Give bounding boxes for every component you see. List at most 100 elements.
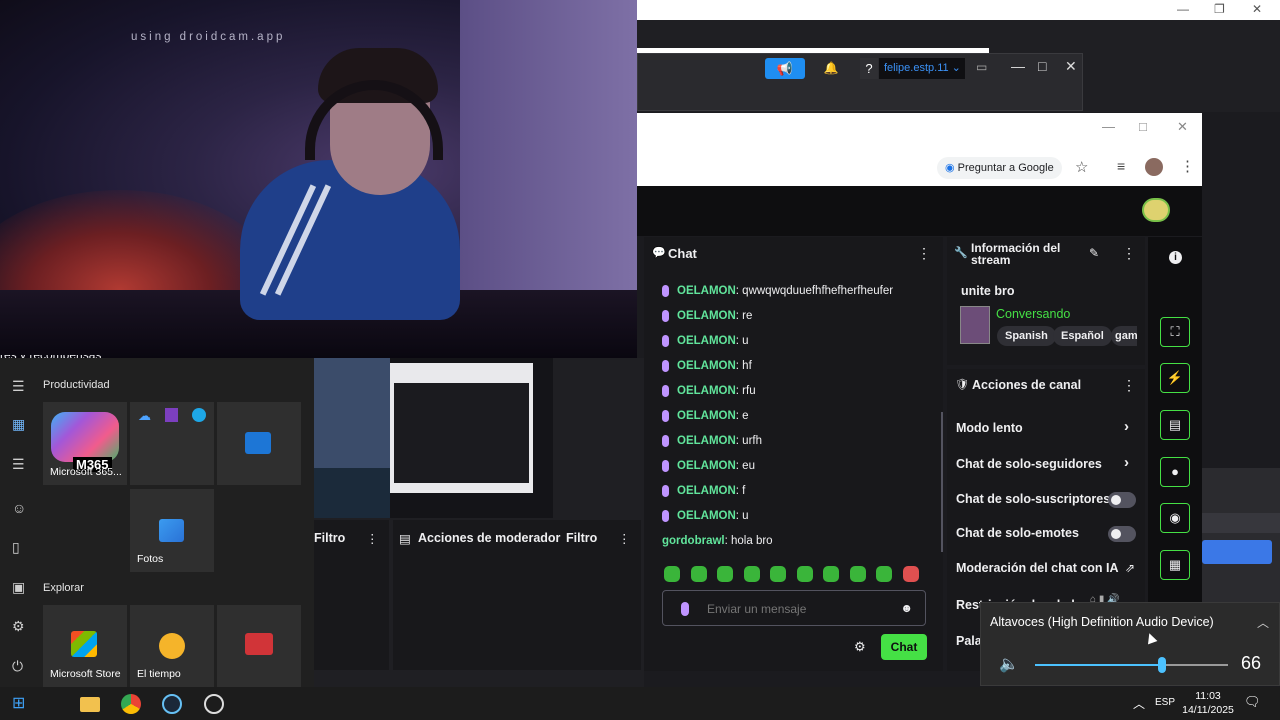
- language-indicator[interactable]: ESP: [1155, 697, 1175, 708]
- speaker-icon[interactable]: 🔈: [999, 654, 1019, 674]
- more-icon[interactable]: ⋮: [917, 245, 931, 262]
- windows-start-icon[interactable]: ⊞: [12, 693, 34, 715]
- clock[interactable]: 11:03 14/11/2025: [1178, 689, 1238, 717]
- emotes-only-toggle[interactable]: [1108, 526, 1136, 542]
- tile-outlook[interactable]: [217, 402, 301, 485]
- ai-moderation-label[interactable]: Moderación del chat con IA: [956, 561, 1119, 575]
- bell-icon[interactable]: 🔔: [820, 58, 842, 79]
- maximize-icon[interactable]: □: [1139, 119, 1147, 134]
- category-link[interactable]: Conversando: [996, 307, 1070, 321]
- gear-icon[interactable]: ⚙: [854, 639, 866, 655]
- emote-icon[interactable]: [690, 565, 707, 582]
- chat-bubble-icon[interactable]: ●: [1160, 457, 1190, 487]
- tile-news[interactable]: [217, 605, 301, 687]
- emote-icon[interactable]: [664, 565, 680, 582]
- star-icon[interactable]: ☆: [1075, 158, 1088, 176]
- emote-icon[interactable]: [849, 565, 866, 582]
- ask-google-button[interactable]: ◉ Preguntar a Google: [937, 157, 1062, 179]
- chevron-right-icon[interactable]: ›: [1124, 454, 1129, 471]
- scrollbar[interactable]: [941, 412, 943, 552]
- tile-weather[interactable]: El tiempo: [130, 605, 214, 687]
- emote-icon[interactable]: [823, 565, 839, 582]
- hamburger-icon[interactable]: ☰: [12, 378, 25, 395]
- layout-icon[interactable]: ▦: [1160, 550, 1190, 580]
- emoji-icon[interactable]: ☻: [900, 601, 913, 615]
- tray-chevron-icon[interactable]: ︿: [1133, 695, 1145, 712]
- close-icon[interactable]: ✕: [1065, 58, 1077, 75]
- notification-icon[interactable]: 🗨: [1244, 694, 1261, 710]
- user-avatar-icon[interactable]: ☺: [12, 500, 26, 516]
- home-icon[interactable]: ▦: [12, 416, 25, 433]
- document-icon[interactable]: ▯: [12, 539, 20, 556]
- minimize-icon[interactable]: —: [1011, 58, 1025, 74]
- subscribers-only-toggle[interactable]: [1108, 492, 1136, 508]
- tile-microsoft-store[interactable]: Microsoft Store: [43, 605, 127, 687]
- maximize-icon[interactable]: ❐: [1214, 2, 1225, 16]
- power-icon[interactable]: ⏻: [12, 658, 23, 675]
- category-thumbnail[interactable]: [960, 306, 990, 344]
- chat-username[interactable]: OELAMON: [677, 410, 736, 422]
- tag-espanol[interactable]: Español: [1053, 326, 1112, 346]
- more-icon[interactable]: ⋮: [1122, 377, 1136, 394]
- chat-input[interactable]: [705, 601, 889, 617]
- help-button[interactable]: ?: [860, 58, 878, 79]
- close-icon[interactable]: ✕: [1177, 119, 1188, 135]
- close-icon[interactable]: ✕: [1252, 2, 1262, 16]
- minimize-icon[interactable]: —: [1102, 119, 1115, 134]
- chat-username[interactable]: OELAMON: [677, 385, 736, 397]
- megaphone-icon[interactable]: 📢: [765, 58, 805, 79]
- edit-icon[interactable]: ✎: [1089, 246, 1099, 260]
- emote-icon[interactable]: [743, 565, 760, 582]
- tile-photos[interactable]: Fotos: [130, 489, 214, 572]
- chat-username[interactable]: OELAMON: [677, 485, 736, 497]
- more-icon[interactable]: ⋮: [1122, 245, 1136, 262]
- blocked-terms-label[interactable]: Pala: [956, 634, 982, 648]
- followers-only-label[interactable]: Chat de solo-seguidores: [956, 457, 1102, 471]
- steam-icon[interactable]: [162, 694, 182, 714]
- slow-mode-label[interactable]: Modo lento: [956, 421, 1023, 435]
- chrome-icon[interactable]: [121, 694, 141, 714]
- broadcast-icon[interactable]: ◉: [1160, 503, 1190, 533]
- chat-username[interactable]: OELAMON: [677, 310, 736, 322]
- channel-avatar[interactable]: [1142, 198, 1170, 222]
- file-explorer-icon[interactable]: [80, 697, 100, 712]
- emote-icon[interactable]: [796, 565, 813, 582]
- chat-username[interactable]: OELAMON: [677, 285, 736, 297]
- volume-thumb[interactable]: [1158, 657, 1166, 673]
- info-icon[interactable]: i: [1169, 251, 1182, 264]
- emote-icon[interactable]: [770, 565, 786, 582]
- chat-username[interactable]: OELAMON: [677, 510, 736, 522]
- clip-icon[interactable]: ⛶: [1160, 317, 1190, 347]
- chevron-up-icon[interactable]: ︿: [1257, 614, 1269, 631]
- tile-microsoft-365[interactable]: M365 Microsoft 365...: [43, 402, 127, 485]
- menu-icon[interactable]: ⋮: [1180, 157, 1195, 175]
- obs-icon[interactable]: [204, 694, 224, 714]
- settings-icon[interactable]: ⚙: [12, 618, 25, 635]
- tile-office-group[interactable]: ☁: [130, 402, 214, 485]
- tag-spanish[interactable]: Spanish: [997, 326, 1056, 346]
- emote-icon[interactable]: [717, 565, 733, 582]
- user-menu-button[interactable]: felipe.estp.11 ⌄: [879, 58, 965, 79]
- emote-icon[interactable]: [876, 565, 892, 582]
- notes-icon[interactable]: ▤: [1160, 410, 1190, 440]
- profile-avatar[interactable]: [1145, 158, 1163, 176]
- chat-username[interactable]: gordobrawl: [662, 535, 725, 547]
- more-icon[interactable]: ⋮: [618, 531, 631, 546]
- monitor-icon[interactable]: ▭: [976, 60, 987, 74]
- media-icon[interactable]: ≡: [1117, 158, 1125, 174]
- chat-username[interactable]: OELAMON: [677, 435, 736, 447]
- audio-device-label[interactable]: Altavoces (High Definition Audio Device): [990, 615, 1214, 629]
- mic-icon[interactable]: [681, 602, 689, 616]
- minimize-icon[interactable]: —: [1177, 2, 1189, 16]
- more-icon[interactable]: ⋮: [366, 531, 379, 546]
- chat-send-button[interactable]: Chat: [881, 634, 927, 660]
- chat-username[interactable]: OELAMON: [677, 335, 736, 347]
- external-link-icon[interactable]: ⇗: [1125, 561, 1135, 575]
- all-apps-icon[interactable]: ☰: [12, 456, 25, 473]
- chat-username[interactable]: OELAMON: [677, 360, 736, 372]
- chevron-right-icon[interactable]: ›: [1124, 418, 1129, 435]
- lightning-icon[interactable]: ⚡: [1160, 363, 1190, 393]
- tag-gaming[interactable]: gaming: [1111, 326, 1137, 346]
- chat-input-box[interactable]: ☻: [662, 590, 926, 626]
- emote-icon[interactable]: [902, 565, 919, 582]
